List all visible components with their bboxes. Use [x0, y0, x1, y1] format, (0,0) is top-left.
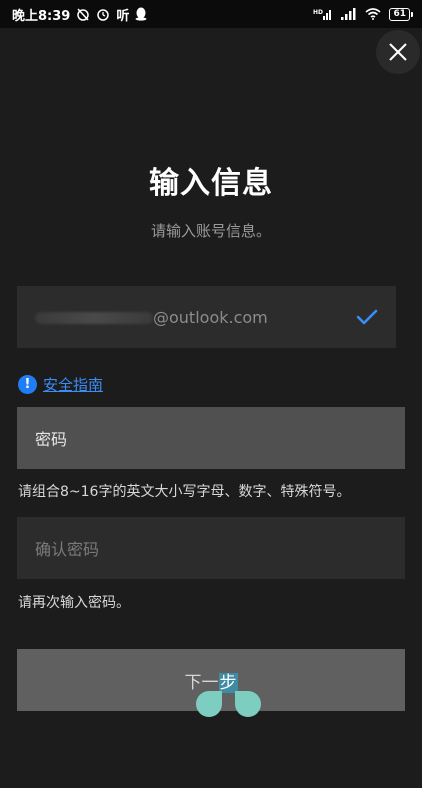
- security-guide-label: 安全指南: [43, 376, 104, 394]
- email-field[interactable]: @outlook.com: [17, 286, 396, 348]
- email-obscured-prefix: [35, 312, 153, 324]
- wifi-icon: [365, 8, 381, 20]
- listen-app-icon: 听: [116, 8, 130, 24]
- close-icon: [389, 43, 407, 61]
- alarm-clock-icon: [96, 7, 110, 21]
- selection-handle-start[interactable]: [196, 691, 222, 717]
- page-title: 输入信息: [149, 166, 273, 201]
- battery-icon: 61: [389, 7, 413, 21]
- confirm-password-hint: 请再次输入密码。: [18, 595, 130, 611]
- page-subtitle: 请输入账号信息。: [150, 222, 271, 240]
- security-guide-link[interactable]: ! 安全指南: [18, 374, 103, 395]
- status-bar-right: HD 61: [313, 7, 413, 21]
- close-button[interactable]: [376, 30, 420, 74]
- check-icon: [356, 306, 378, 328]
- battery-level: 61: [393, 8, 406, 19]
- cell-signal-icon: [341, 8, 357, 20]
- selected-text: 步: [218, 672, 238, 693]
- password-field[interactable]: 密码: [17, 407, 405, 469]
- confirm-password-field[interactable]: 确认密码: [17, 517, 405, 579]
- svg-text:HD: HD: [313, 9, 323, 16]
- status-bar: 晚上8:39 听 HD 61: [0, 0, 422, 28]
- email-value: @outlook.com: [35, 308, 356, 327]
- password-placeholder: 密码: [35, 430, 68, 449]
- email-suffix: @outlook.com: [153, 307, 268, 327]
- info-alert-icon: !: [18, 375, 37, 394]
- confirm-password-placeholder: 确认密码: [35, 540, 100, 559]
- qq-penguin-icon: [135, 7, 147, 21]
- next-label-prefix: 下一: [184, 672, 219, 693]
- hd-signal-icon: HD: [313, 8, 333, 20]
- alarm-off-icon: [76, 7, 90, 21]
- status-time: 晚上8:39: [12, 8, 71, 24]
- password-hint: 请组合8~16字的英文大小写字母、数字、特殊符号。: [18, 484, 351, 500]
- selection-handle-end[interactable]: [235, 691, 261, 717]
- status-bar-left: 晚上8:39 听: [12, 5, 147, 24]
- next-button-label: 下一步: [185, 668, 238, 693]
